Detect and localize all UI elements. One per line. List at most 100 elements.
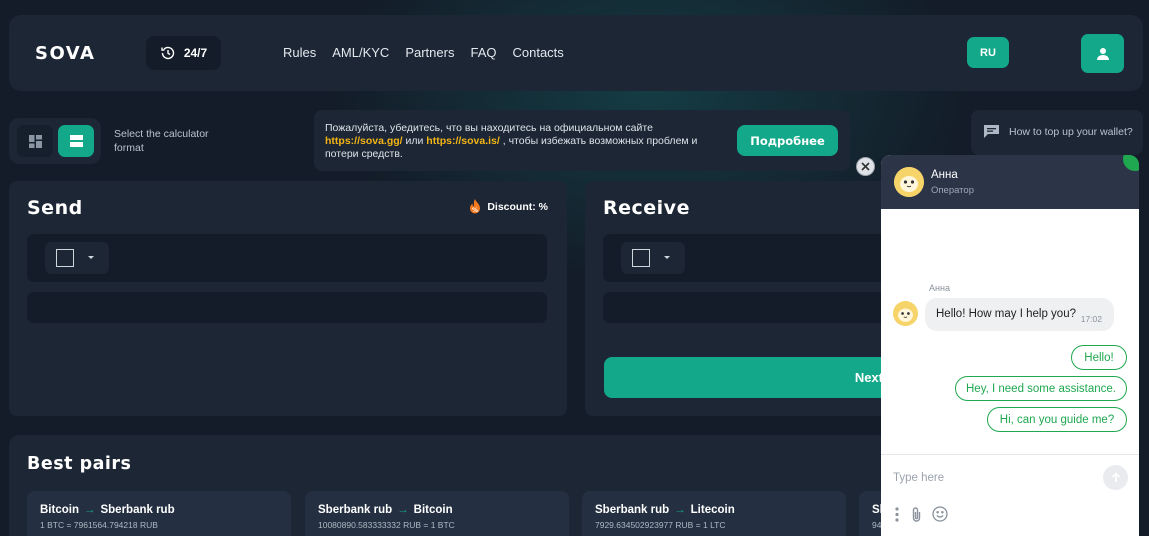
- pair-to: Bitcoin: [413, 504, 453, 516]
- chat-header: Анна Оператор: [881, 155, 1139, 209]
- paperclip-icon: [912, 507, 920, 522]
- operator-role: Оператор: [931, 185, 974, 196]
- chat-send-button[interactable]: [1103, 465, 1128, 490]
- receive-card: Receive Next: [585, 181, 905, 416]
- arrow-up-icon: [1111, 472, 1120, 482]
- message-text: Hello! How may I help you?: [936, 308, 1076, 320]
- best-pairs-title: Best pairs: [27, 454, 132, 474]
- nav-rules[interactable]: Rules: [283, 45, 316, 60]
- arrow-right-icon: →: [83, 504, 96, 516]
- send-title: Send: [27, 197, 83, 219]
- send-currency-field: [27, 234, 547, 282]
- clock-24-icon: [161, 46, 175, 60]
- pair-rate: 7929.634502923977 RUB = 1 LTC: [595, 520, 726, 530]
- arrow-right-icon: →: [674, 504, 686, 516]
- more-info-button[interactable]: Подробнее: [737, 125, 838, 156]
- nav-partners[interactable]: Partners: [405, 45, 454, 60]
- receive-currency-field: [603, 234, 905, 282]
- pair-to: Litecoin: [690, 504, 735, 516]
- operator-avatar: [894, 167, 924, 197]
- receive-amount-input[interactable]: [603, 292, 905, 323]
- logo[interactable]: SOVA: [35, 43, 95, 64]
- quick-reply-need-assistance[interactable]: Hey, I need some assistance.: [955, 376, 1127, 401]
- notice-link-sova-is[interactable]: https://sova.is/: [426, 135, 500, 147]
- moon-icon[interactable]: [1037, 45, 1053, 61]
- pair-from: Sberbank rub: [318, 504, 393, 516]
- receive-title: Receive: [603, 197, 690, 219]
- support-button[interactable]: 24/7: [146, 36, 221, 70]
- close-icon: [861, 162, 870, 171]
- chat-divider: [881, 454, 1139, 455]
- currency-placeholder-icon: [632, 249, 650, 267]
- discount-label: Discount: %: [487, 201, 548, 213]
- account-button[interactable]: [1081, 34, 1124, 73]
- pair-from: Sb: [872, 504, 881, 516]
- svg-text:%: %: [472, 207, 478, 214]
- grid-icon: [28, 134, 42, 148]
- notice-text-mid: или: [405, 135, 424, 147]
- pair-card[interactable]: Sberbank rub → Bitcoin 10080890.583333332 …: [305, 491, 569, 536]
- grid-layout-button[interactable]: [17, 125, 53, 157]
- pair-name: Sb: [872, 504, 881, 516]
- pair-rate: 1 BTC = 7961564.794218 RUB: [40, 520, 158, 530]
- pair-card[interactable]: Sb 94: [859, 491, 881, 536]
- chat-bubble-icon: [984, 125, 999, 138]
- pair-from: Sberbank rub: [595, 504, 670, 516]
- calculator-format-toggle: [9, 118, 101, 164]
- best-pairs-section: Best pairs Bitcoin → Sberbank rub 1 BTC = …: [9, 435, 881, 536]
- topup-label: How to top up your wallet?: [1009, 126, 1133, 138]
- pair-rate: 10080890.583333332 RUB = 1 BTC: [318, 520, 455, 530]
- pair-rate: 94: [872, 520, 881, 530]
- next-button[interactable]: Next: [604, 357, 905, 398]
- arrow-right-icon: →: [397, 504, 409, 516]
- support-label: 24/7: [183, 46, 208, 60]
- send-card: Send % Discount: %: [9, 181, 567, 416]
- message-avatar: [893, 301, 918, 326]
- chat-close-button[interactable]: [856, 157, 875, 176]
- pair-card[interactable]: Sberbank rub → Litecoin 7929.634502923977 …: [582, 491, 846, 536]
- chat-message-input[interactable]: [893, 467, 1093, 489]
- quick-reply-guide-me[interactable]: Hi, can you guide me?: [987, 407, 1127, 432]
- rows-layout-button[interactable]: [58, 125, 94, 157]
- more-vertical-icon: [895, 506, 899, 522]
- more-options-button[interactable]: [893, 505, 901, 523]
- official-site-notice: Пожалуйста, убедитесь, что вы находитесь…: [314, 110, 850, 171]
- notice-text-before: Пожалуйста, убедитесь, что вы находитесь…: [325, 122, 653, 134]
- rows-icon: [69, 135, 83, 147]
- message-time: 17:02: [1080, 314, 1102, 324]
- operator-name: Анна: [931, 169, 958, 181]
- emoji-icon: [932, 506, 948, 522]
- topup-help-link[interactable]: How to top up your wallet?: [971, 110, 1143, 155]
- chevron-down-icon: [664, 256, 670, 259]
- online-indicator: [1123, 155, 1139, 171]
- emoji-button[interactable]: [931, 505, 949, 523]
- pair-name: Sberbank rub → Bitcoin: [318, 504, 453, 516]
- chevron-down-icon: [88, 256, 94, 259]
- pair-to: Sberbank rub: [100, 504, 175, 516]
- flame-icon: %: [470, 199, 481, 214]
- quick-reply-hello[interactable]: Hello!: [1071, 345, 1127, 370]
- pair-card[interactable]: Bitcoin → Sberbank rub 1 BTC = 7961564.794…: [27, 491, 291, 536]
- user-icon: [1096, 47, 1109, 60]
- currency-placeholder-icon: [56, 249, 74, 267]
- nav-contacts[interactable]: Contacts: [512, 45, 563, 60]
- pair-name: Bitcoin → Sberbank rub: [40, 504, 175, 516]
- message-bubble: Hello! How may I help you? 17:02: [925, 298, 1114, 331]
- attach-button[interactable]: [909, 505, 923, 523]
- nav-aml-kyc[interactable]: AML/KYC: [332, 45, 389, 60]
- discount-badge: % Discount: %: [468, 199, 548, 215]
- chat-widget: Анна Оператор Анна Hello! How may I help…: [881, 155, 1139, 536]
- pair-from: Bitcoin: [40, 504, 79, 516]
- notice-text: Пожалуйста, убедитесь, что вы находитесь…: [325, 122, 720, 161]
- pair-name: Sberbank rub → Litecoin: [595, 504, 735, 516]
- send-amount-input[interactable]: [27, 292, 547, 323]
- calculator-format-label: Select the calculator format: [114, 128, 209, 154]
- message-author: Анна: [929, 283, 950, 293]
- receive-currency-select[interactable]: [621, 242, 685, 274]
- header: SOVA 24/7 Rules AML/KYC Partners FAQ Con…: [9, 15, 1143, 91]
- nav-faq[interactable]: FAQ: [470, 45, 496, 60]
- send-currency-select[interactable]: [45, 242, 109, 274]
- language-button[interactable]: RU: [967, 37, 1009, 68]
- main-nav: Rules AML/KYC Partners FAQ Contacts: [283, 45, 564, 60]
- notice-link-sova-gg[interactable]: https://sova.gg/: [325, 135, 403, 147]
